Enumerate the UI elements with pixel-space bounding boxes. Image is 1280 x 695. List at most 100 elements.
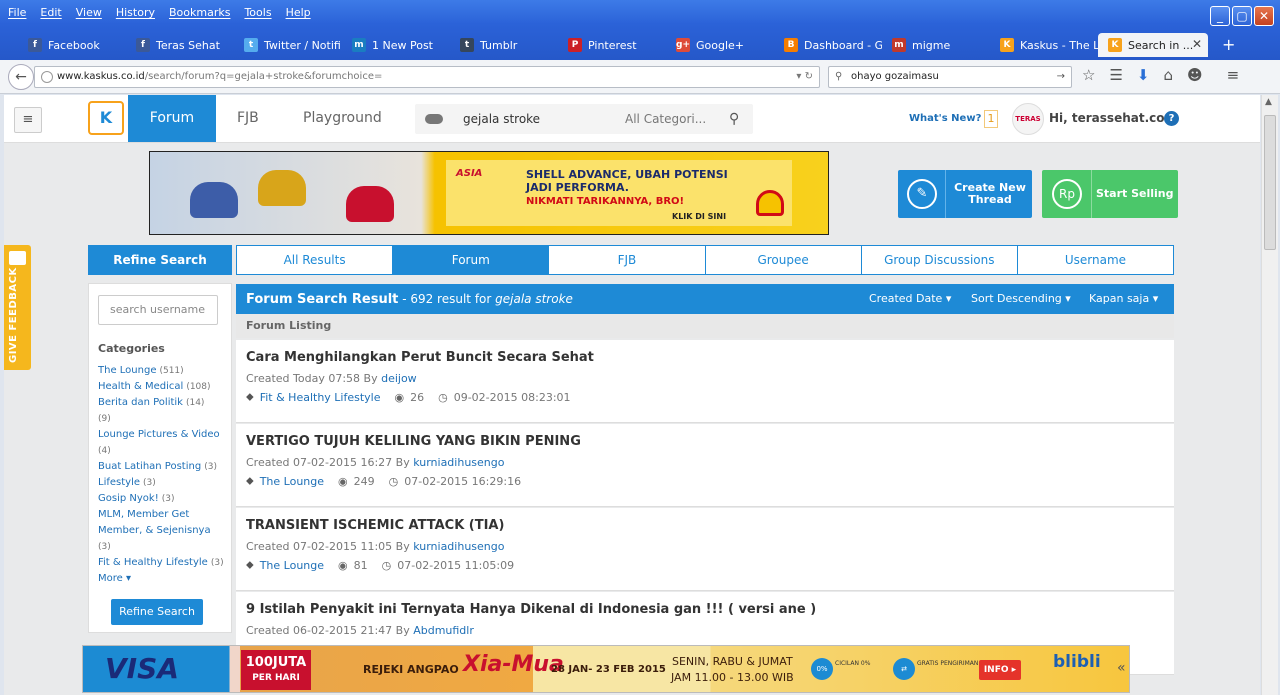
menu-help[interactable]: Help <box>286 6 311 19</box>
whats-new-link[interactable]: What's New? <box>909 95 981 142</box>
browser-tab-6[interactable]: g+ Google+ <box>666 33 774 57</box>
cloud-icon <box>425 114 443 124</box>
category-item[interactable]: Health & Medical (108) <box>98 379 228 395</box>
url-bar[interactable]: www.kaskus.co.id/search/forum?q=gejala+s… <box>34 66 820 88</box>
time-filter[interactable]: Kapan saja ▾ <box>1089 284 1158 314</box>
result-tab-username[interactable]: Username <box>1018 246 1173 274</box>
category-item[interactable]: Member, & Sejenisnya <box>98 523 228 539</box>
result-tab-forum[interactable]: Forum <box>393 246 550 274</box>
hamburger-button[interactable]: ≡ <box>14 107 42 133</box>
category-item[interactable]: Buat Latihan Posting (3) <box>98 459 228 475</box>
info-button[interactable]: INFO ▸ <box>979 660 1021 680</box>
search-go-icon[interactable]: → <box>1057 67 1065 87</box>
browser-tab-7[interactable]: B Dashboard - G... <box>774 33 882 57</box>
category-item[interactable]: Lounge Pictures & Video <box>98 427 228 443</box>
collapse-ad-icon[interactable]: « <box>1117 660 1126 676</box>
result-category[interactable]: Fit & Healthy Lifestyle <box>260 391 381 404</box>
result-tab-fjb[interactable]: FJB <box>549 246 706 274</box>
back-button[interactable]: ← <box>8 64 34 90</box>
menu-history[interactable]: History <box>116 6 155 19</box>
category-item[interactable]: MLM, Member Get <box>98 507 228 523</box>
category-item[interactable]: The Lounge (511) <box>98 363 228 379</box>
result-title[interactable]: VERTIGO TUJUH KELILING YANG BIKIN PENING <box>246 434 581 449</box>
result-title[interactable]: 9 Istilah Penyakit ini Ternyata Hanya Di… <box>246 602 816 617</box>
sort-order[interactable]: Sort Descending ▾ <box>971 284 1071 314</box>
start-selling-button[interactable]: Rp Start Selling <box>1042 170 1178 218</box>
minimize-button[interactable]: _ <box>1210 6 1230 26</box>
result-tab-group-discussions[interactable]: Group Discussions <box>862 246 1018 274</box>
sort-created-date[interactable]: Created Date ▾ <box>869 284 951 314</box>
browser-tab-5[interactable]: P Pinterest <box>558 33 666 57</box>
site-search-icon[interactable]: ⚲ <box>729 104 739 134</box>
facebook-icon: f <box>136 38 150 52</box>
result-tab-all-results[interactable]: All Results <box>237 246 394 274</box>
nav-forum[interactable]: Forum <box>128 95 216 142</box>
help-icon[interactable]: ? <box>1164 111 1179 126</box>
browser-tab-9[interactable]: K Kaskus - The L... <box>990 33 1098 57</box>
result-author[interactable]: deijow <box>381 372 417 385</box>
category-select[interactable]: All Categori... <box>625 104 706 134</box>
menu-tools[interactable]: Tools <box>244 6 271 19</box>
close-tab-icon[interactable]: ✕ <box>1192 37 1202 51</box>
result-author[interactable]: kurniadihusengo <box>413 456 504 469</box>
browser-tab-4[interactable]: t Tumblr <box>450 33 558 57</box>
shell-ad-banner[interactable]: ASIA SHELL ADVANCE, UBAH POTENSI JADI PER… <box>149 151 829 235</box>
browser-tab-3[interactable]: m 1 New Post <box>342 33 450 57</box>
scroll-thumb[interactable] <box>1264 115 1276 250</box>
result-author[interactable]: kurniadihusengo <box>413 540 504 553</box>
home-icon[interactable]: ⌂ <box>1163 66 1173 84</box>
category-item[interactable]: Berita dan Politik (14) <box>98 395 228 411</box>
give-feedback-tab[interactable]: GIVE FEEDBACK <box>4 245 31 370</box>
user-greeting[interactable]: Hi, terassehat.com <box>1049 95 1177 142</box>
reload-icon[interactable]: ▾ ↻ <box>796 67 813 87</box>
browser-tab-10[interactable]: K Search in ... ✕ <box>1098 33 1208 57</box>
web-page: ≡ K Forum FJB Playground gejala stroke A… <box>4 95 1260 695</box>
result-tab-groupee[interactable]: Groupee <box>706 246 862 274</box>
menu-bookmarks[interactable]: Bookmarks <box>169 6 230 19</box>
nav-fjb[interactable]: FJB <box>237 95 259 142</box>
globe-icon <box>41 71 53 83</box>
menu-file[interactable]: File <box>8 6 26 19</box>
category-item[interactable]: Fit & Healthy Lifestyle (3) <box>98 555 228 571</box>
kaskus-logo[interactable]: K <box>88 101 124 135</box>
menu-icon[interactable]: ≡ <box>1227 66 1240 84</box>
close-window-button[interactable]: ✕ <box>1254 6 1274 26</box>
notification-badge[interactable]: 1 <box>984 110 998 128</box>
browser-tab-0[interactable]: f Facebook <box>18 33 126 57</box>
browser-tab-8[interactable]: m migme <box>882 33 990 57</box>
ad-click-here[interactable]: KLIK DI SINI <box>672 212 726 221</box>
username-search-input[interactable]: search username <box>98 295 218 325</box>
page-scrollbar[interactable]: ▲ <box>1261 95 1278 695</box>
bookmark-star-icon[interactable]: ☆ <box>1082 66 1095 84</box>
bottom-ad-banner[interactable]: VISA 100JUTA PER HARI REJEKI ANGPAO Xia-M… <box>82 645 1130 693</box>
browser-tab-1[interactable]: f Teras Sehat <box>126 33 234 57</box>
category-item[interactable]: (3) <box>98 539 228 555</box>
create-thread-button[interactable]: ✎ Create New Thread <box>898 170 1032 218</box>
maximize-button[interactable]: ▢ <box>1232 6 1252 26</box>
browser-search-field[interactable]: ⚲ ohayo gozaimasu → <box>828 66 1072 88</box>
menu-view[interactable]: View <box>76 6 102 19</box>
category-item[interactable]: Lifestyle (3) <box>98 475 228 491</box>
result-title[interactable]: TRANSIENT ISCHEMIC ATTACK (TIA) <box>246 518 504 533</box>
result-title[interactable]: Cara Menghilangkan Perut Buncit Secara S… <box>246 350 594 365</box>
more-categories-link[interactable]: More ▾ <box>98 571 228 587</box>
result-author[interactable]: Abdmufidlr <box>413 624 474 637</box>
site-search-input[interactable]: gejala stroke <box>463 104 540 134</box>
category-item[interactable]: Gosip Nyok! (3) <box>98 491 228 507</box>
avatar[interactable]: TERAS <box>1012 103 1044 135</box>
reading-list-icon[interactable]: ☰ <box>1109 66 1122 84</box>
refine-search-button[interactable]: Refine Search <box>111 599 203 625</box>
menu-edit[interactable]: Edit <box>40 6 61 19</box>
scroll-up-icon[interactable]: ▲ <box>1265 97 1272 107</box>
chat-icon[interactable]: ☻ <box>1187 66 1203 84</box>
browser-tab-2[interactable]: t Twitter / Notifi... <box>234 33 342 57</box>
category-item[interactable]: (4) <box>98 443 228 459</box>
new-tab-button[interactable]: + <box>1222 33 1235 59</box>
category-name: Lounge Pictures & Video <box>98 429 220 440</box>
result-category[interactable]: The Lounge <box>260 475 324 488</box>
category-item[interactable]: (9) <box>98 411 228 427</box>
nav-playground[interactable]: Playground <box>303 95 382 142</box>
result-category[interactable]: The Lounge <box>260 559 324 572</box>
motorbike-icon <box>258 170 306 206</box>
download-icon[interactable]: ⬇ <box>1137 66 1150 84</box>
